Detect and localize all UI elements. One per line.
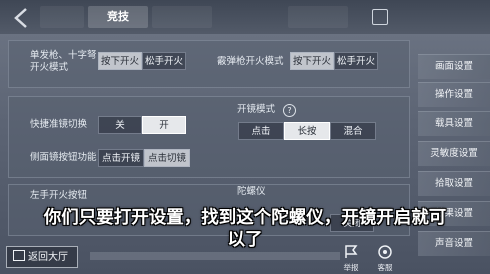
scope-mode-hold-button[interactable]: 长按 [284, 122, 330, 140]
sidebar-item-vehicle[interactable]: 载具设置 [418, 111, 490, 136]
tab-other[interactable] [152, 6, 212, 28]
single-press-fire-button[interactable]: 按下开火 [98, 52, 142, 70]
shotgun-fire-label: 霰弹枪开火模式 [217, 56, 284, 67]
video-subtitle: 你们只要打开设置，找到这个陀螺仪，开镜开启就可 以了 [43, 208, 447, 250]
bottom-hint-text [90, 252, 340, 260]
single-shot-fire-label: 单发枪、十字弩 开火模式 [30, 50, 97, 73]
side-scope-open-button[interactable]: 点击开镜 [98, 149, 144, 167]
shotgun-press-fire-button[interactable]: 按下开火 [290, 52, 334, 70]
quick-scope-label: 快捷准镜切换 [30, 119, 88, 130]
single-release-fire-button[interactable]: 松手开火 [142, 52, 186, 70]
exit-icon [13, 250, 25, 261]
side-scope-label: 侧面镜按钮功能 [30, 152, 97, 163]
quick-scope-off-button[interactable]: 关 [98, 116, 142, 134]
report-label: 举报 [343, 263, 359, 272]
tab-basic[interactable] [40, 6, 84, 28]
checkbox-icon[interactable] [372, 9, 388, 25]
sidebar-item-controls[interactable]: 操作设置 [418, 82, 490, 107]
tab-competitive[interactable]: 竞技 [88, 6, 148, 28]
sidebar-item-display[interactable]: 画面设置 [418, 54, 490, 79]
customer-service-label: 客服 [377, 263, 393, 272]
scope-mode-mixed-button[interactable]: 混合 [330, 122, 376, 140]
tab-other-2[interactable] [288, 6, 348, 28]
side-scope-switch-button[interactable]: 点击切镜 [144, 149, 190, 167]
help-icon[interactable]: ? [283, 104, 296, 117]
shotgun-release-fire-button[interactable]: 松手开火 [334, 52, 378, 70]
left-fire-label: 左手开火按钮 [30, 190, 88, 201]
scope-mode-label: 开镜模式 [237, 104, 276, 115]
scope-mode-tap-button[interactable]: 点击 [238, 122, 284, 140]
gyro-label: 陀螺仪 [237, 186, 266, 197]
quick-scope-on-button[interactable]: 开 [142, 116, 186, 134]
sidebar-item-sensitivity[interactable]: 灵敏度设置 [418, 141, 490, 166]
sidebar-item-pickup[interactable]: 拾取设置 [418, 171, 490, 196]
back-arrow-icon[interactable] [6, 3, 36, 33]
